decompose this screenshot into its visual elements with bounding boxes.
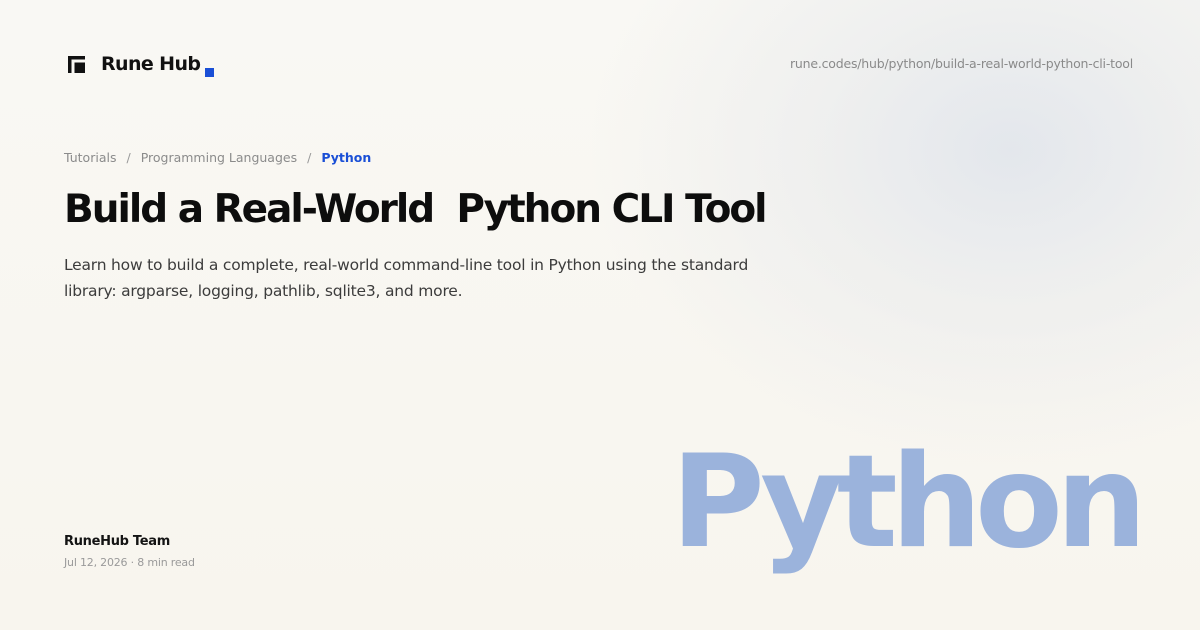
author-name: RuneHub Team: [64, 534, 170, 549]
breadcrumb: Tutorials / Programming Languages / Pyth…: [64, 150, 371, 165]
brand-accent-dot: [205, 68, 215, 77]
article-meta: Jul 12, 2026 · 8 min read: [64, 556, 195, 569]
breadcrumb-item-programming-languages[interactable]: Programming Languages: [141, 150, 297, 165]
brand-name: Rune Hub: [101, 53, 201, 75]
rune-hub-logo-icon: [68, 55, 85, 73]
page-title: Build a Real-World Python CLI Tool: [64, 187, 768, 232]
breadcrumb-separator: /: [126, 150, 131, 165]
page-url: rune.codes/hub/python/build-a-real-world…: [789, 56, 1133, 71]
brand-logo[interactable]: Rune Hub: [68, 52, 215, 77]
hero-language-word: Python: [671, 428, 1147, 577]
article-description: Learn how to build a complete, real-worl…: [64, 256, 749, 300]
breadcrumb-separator: /: [307, 150, 312, 165]
breadcrumb-item-current[interactable]: Python: [321, 150, 371, 165]
breadcrumb-item-tutorials[interactable]: Tutorials: [64, 150, 116, 165]
